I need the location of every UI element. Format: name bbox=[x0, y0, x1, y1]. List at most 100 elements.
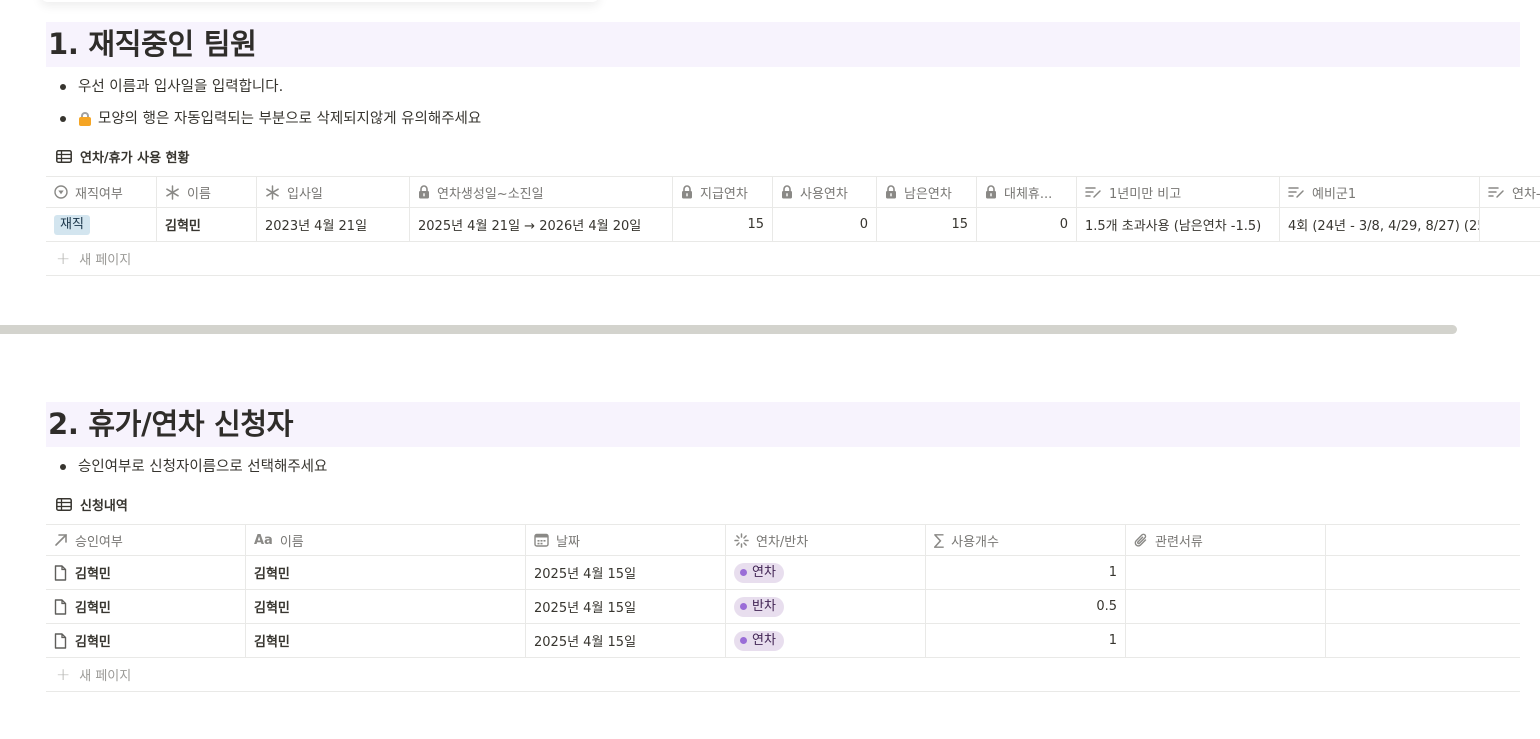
column-label: 입사일 bbox=[287, 186, 323, 202]
column-label: 이름 bbox=[187, 186, 211, 202]
column-label: 사용개수 bbox=[951, 534, 999, 550]
column-header[interactable]: 재직여부 bbox=[46, 177, 157, 207]
used-cell[interactable]: 0 bbox=[773, 208, 877, 241]
column-header[interactable]: 사용연차 bbox=[773, 177, 877, 207]
name-cell[interactable]: 김혁민 bbox=[246, 590, 526, 623]
approval-cell[interactable]: 김혁민 bbox=[46, 556, 246, 589]
lock-icon bbox=[781, 185, 793, 199]
date-cell[interactable]: 2025년 4월 15일 bbox=[526, 556, 726, 589]
section2-title: 2. 휴가/연차 신청자 bbox=[48, 407, 294, 441]
section1-heading: 1. 재직중인 팀원 bbox=[46, 22, 1520, 67]
count-cell[interactable]: 1 bbox=[926, 556, 1126, 589]
count-cell[interactable]: 1 bbox=[926, 624, 1126, 657]
new-page-label: 새 페이지 bbox=[79, 253, 132, 268]
approval-cell[interactable]: 김혁민 bbox=[46, 590, 246, 623]
date-cell[interactable]: 2025년 4월 15일 bbox=[526, 590, 726, 623]
name-cell[interactable]: 김혁민 bbox=[246, 556, 526, 589]
status-cell[interactable]: 재직 bbox=[46, 208, 157, 241]
empty-cell bbox=[1326, 624, 1520, 657]
text-edit-icon bbox=[1288, 186, 1305, 199]
name-cell[interactable]: 김혁민 bbox=[246, 624, 526, 657]
column-header[interactable]: ∑ 사용개수 bbox=[926, 525, 1126, 555]
column-label: 남은연차 bbox=[904, 186, 952, 202]
reserve-cell[interactable]: 4회 (24년 - 3/8, 4/29, 8/27) (25년 bbox=[1280, 208, 1480, 241]
plus-icon: + bbox=[56, 248, 71, 269]
bullet-dot bbox=[60, 84, 66, 90]
approval-label: 김혁민 bbox=[75, 635, 111, 650]
bullet-dot bbox=[60, 464, 66, 470]
bullet-dot bbox=[60, 116, 66, 122]
join-date-cell[interactable]: 2023년 4월 21일 bbox=[257, 208, 410, 241]
approval-label: 김혁민 bbox=[75, 567, 111, 582]
lock-icon bbox=[681, 185, 693, 199]
bullet-item: 승인여부로 신청자이름으로 선택해주세요 bbox=[60, 457, 327, 477]
plus-icon: + bbox=[56, 664, 71, 685]
table-icon bbox=[56, 150, 72, 163]
new-page-button[interactable]: + 새 페이지 bbox=[46, 242, 1540, 276]
page-icon bbox=[54, 632, 67, 649]
bullet-item: 우선 이름과 입사일을 입력합니다. bbox=[60, 77, 283, 97]
column-header[interactable]: 대체휴... bbox=[977, 177, 1077, 207]
docs-cell[interactable] bbox=[1126, 624, 1326, 657]
empty-cell bbox=[1326, 556, 1520, 589]
name-cell[interactable]: 김혁민 bbox=[157, 208, 257, 241]
docs-cell[interactable] bbox=[1126, 590, 1326, 623]
column-label: 연차생성일~소진일 bbox=[437, 186, 544, 202]
column-header[interactable]: 지급연차 bbox=[673, 177, 773, 207]
table-row[interactable]: 김혁민 김혁민 2025년 4월 15일 반차 0.5 bbox=[46, 590, 1520, 624]
count-cell[interactable]: 0.5 bbox=[926, 590, 1126, 623]
status-badge: 재직 bbox=[54, 214, 90, 235]
granted-cell[interactable]: 15 bbox=[673, 208, 773, 241]
extra-cell[interactable] bbox=[1480, 208, 1540, 241]
table-header-row: 재직여부 이름 입사일 연차생성일~소진일 지급연차 사용연차 남은연차 대체휴… bbox=[46, 176, 1540, 208]
column-header[interactable]: 승인여부 bbox=[46, 525, 246, 555]
lock-icon bbox=[985, 185, 997, 199]
title-aa-icon: Aa bbox=[254, 532, 273, 548]
column-header[interactable]: 예비군1 bbox=[1280, 177, 1480, 207]
column-header[interactable]: 이름 bbox=[157, 177, 257, 207]
column-label: 연차/반차 bbox=[756, 534, 809, 550]
type-badge: 연차 bbox=[734, 630, 784, 651]
column-label: 대체휴... bbox=[1004, 186, 1053, 202]
table-row[interactable]: 김혁민 김혁민 2025년 4월 15일 연차 1 bbox=[46, 556, 1520, 590]
date-cell[interactable]: 2025년 4월 15일 bbox=[526, 624, 726, 657]
approval-label: 김혁민 bbox=[75, 601, 111, 616]
type-cell[interactable]: 반차 bbox=[726, 590, 926, 623]
approval-cell[interactable]: 김혁민 bbox=[46, 624, 246, 657]
column-header[interactable]: 남은연차 bbox=[877, 177, 977, 207]
note-cell[interactable]: 1.5개 초과사용 (남은연차 -1.5) bbox=[1077, 208, 1280, 241]
text-edit-icon bbox=[1488, 186, 1505, 199]
remaining-cell[interactable]: 15 bbox=[877, 208, 977, 241]
asterisk-icon bbox=[265, 184, 280, 200]
asterisk-icon bbox=[165, 184, 180, 200]
docs-cell[interactable] bbox=[1126, 556, 1326, 589]
column-label: 예비군1 bbox=[1312, 186, 1357, 202]
horizontal-scrollbar[interactable] bbox=[0, 325, 1457, 334]
column-header-add[interactable] bbox=[1326, 525, 1520, 555]
lock-emoji-icon bbox=[78, 111, 92, 127]
calendar-icon bbox=[534, 533, 549, 547]
new-page-label: 새 페이지 bbox=[79, 669, 132, 684]
period-cell[interactable]: 2025년 4월 21일 → 2026년 4월 20일 bbox=[410, 208, 673, 241]
column-label: 날짜 bbox=[556, 534, 580, 550]
column-header[interactable]: 1년미만 비고 bbox=[1077, 177, 1280, 207]
status-icon bbox=[54, 185, 68, 199]
column-header[interactable]: Aa 이름 bbox=[246, 525, 526, 555]
column-label: 승인여부 bbox=[75, 534, 123, 550]
column-header[interactable]: 연차생성일~소진일 bbox=[410, 177, 673, 207]
type-cell[interactable]: 연차 bbox=[726, 624, 926, 657]
new-page-button[interactable]: + 새 페이지 bbox=[46, 658, 1520, 692]
column-header[interactable]: 날짜 bbox=[526, 525, 726, 555]
table-row[interactable]: 재직 김혁민 2023년 4월 21일 2025년 4월 21일 → 2026년… bbox=[46, 208, 1540, 242]
column-header[interactable]: 연차/반차 bbox=[726, 525, 926, 555]
database-title[interactable]: 연차/휴가 사용 현황 bbox=[56, 147, 189, 166]
substitute-cell[interactable]: 0 bbox=[977, 208, 1077, 241]
type-cell[interactable]: 연차 bbox=[726, 556, 926, 589]
paperclip-icon bbox=[1134, 533, 1148, 548]
column-header[interactable]: 입사일 bbox=[257, 177, 410, 207]
text-edit-icon bbox=[1085, 186, 1102, 199]
database-title[interactable]: 신청내역 bbox=[56, 495, 128, 514]
column-header[interactable]: 연차- bbox=[1480, 177, 1540, 207]
column-header[interactable]: 관련서류 bbox=[1126, 525, 1326, 555]
table-row[interactable]: 김혁민 김혁민 2025년 4월 15일 연차 1 bbox=[46, 624, 1520, 658]
